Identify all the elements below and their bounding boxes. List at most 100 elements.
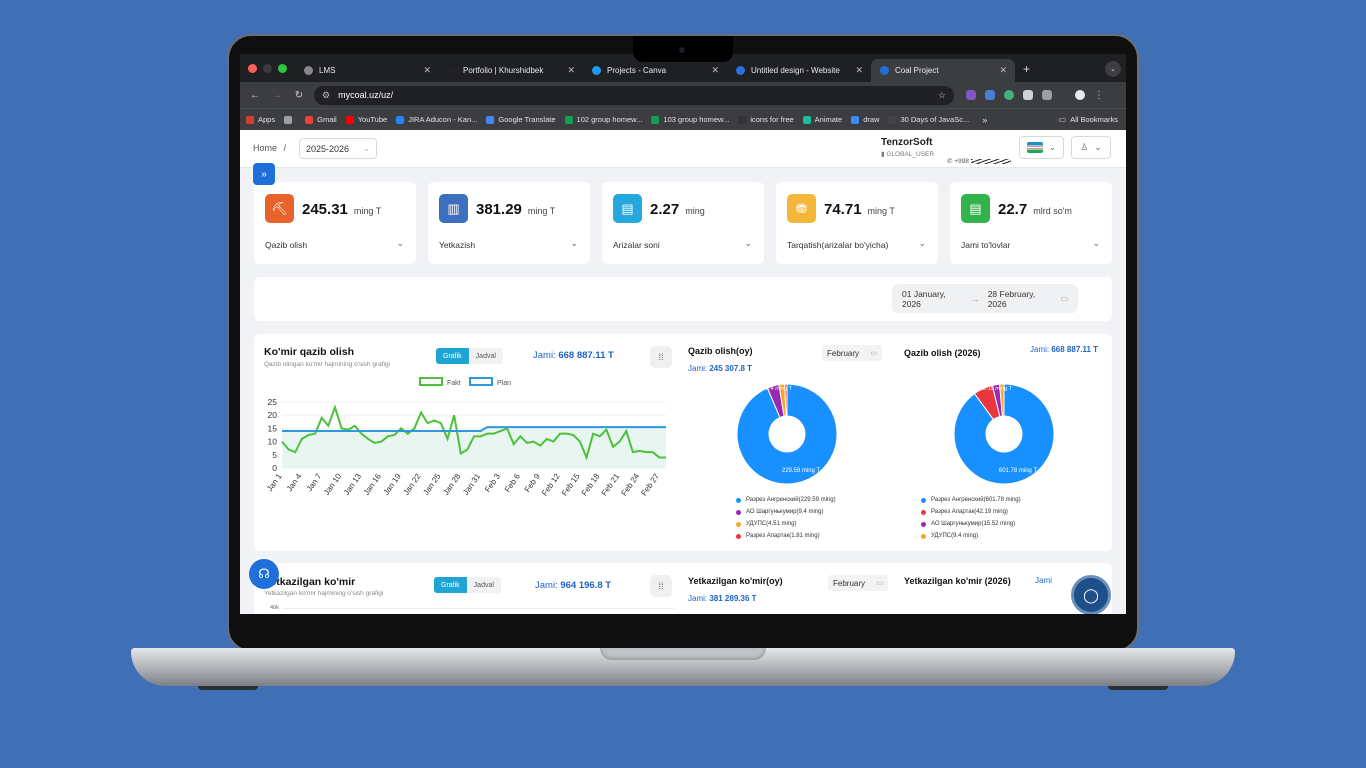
toggle-grafik[interactable]: Grafik <box>434 577 467 593</box>
tab-favicon-icon <box>304 66 313 75</box>
chevron-down-icon[interactable]: ⌄ <box>570 238 578 249</box>
y-tick-label: 5 <box>272 450 277 460</box>
legend-item[interactable]: УДУПС(9.4 ming) <box>921 530 1021 542</box>
chevron-down-icon[interactable]: ⌄ <box>1092 238 1100 249</box>
kpi-card[interactable]: ▤ 22.7 mlrd so'm Jami to'lovlar ⌄ <box>950 182 1112 264</box>
bookmark-item[interactable]: icons for free <box>738 115 794 124</box>
date-range-picker[interactable]: 01 January, 2026 → 28 February, 2026 ▭ <box>892 284 1078 313</box>
bookmark-favicon-icon <box>564 115 573 124</box>
site-settings-icon[interactable]: ⚙ <box>322 90 330 101</box>
browser-toolbar: ← → ↻ ⚙ mycoal.uz/uz/ ☆ ⋮ <box>240 82 1126 108</box>
minimize-window-button[interactable] <box>263 64 272 73</box>
more-bookmarks-button[interactable]: » <box>982 115 987 125</box>
bookmark-item[interactable]: Apps <box>246 115 275 124</box>
close-tab-icon[interactable]: ✕ <box>567 65 575 76</box>
x-tick-label: Jan 28 <box>441 472 462 497</box>
close-tab-icon[interactable]: ✕ <box>423 65 431 76</box>
all-bookmarks-button[interactable]: ▭ All Bookmarks <box>1059 115 1119 124</box>
bookmark-favicon-icon <box>305 115 314 124</box>
slice-data-label: 9.4 ming T <box>766 386 793 392</box>
close-tab-icon[interactable]: ✕ <box>855 65 863 76</box>
x-tick-label: Feb 15 <box>560 472 582 498</box>
close-tab-icon[interactable]: ✕ <box>999 65 1007 76</box>
bookmark-item[interactable]: draw <box>851 115 879 124</box>
back-arrow-icon[interactable]: ← <box>244 90 266 101</box>
legend-item[interactable]: Разрез Ангренский(601.78 ming) <box>921 494 1021 506</box>
extension-icon[interactable] <box>966 90 976 100</box>
legend-dot <box>736 533 741 539</box>
extension-icon[interactable] <box>1004 90 1014 100</box>
chevron-down-icon[interactable]: ⌄ <box>744 238 752 249</box>
browser-tab[interactable]: Projects - Canva ✕ <box>583 59 727 82</box>
bookmark-label: Animate <box>814 115 843 124</box>
legend-item[interactable]: АО Шаргунькумир(15.52 ming) <box>921 518 1021 530</box>
kpi-card[interactable]: ▤ 2.27 ming Arizalar soni ⌄ <box>602 182 764 264</box>
bookmark-item[interactable]: JIRA Aducon - Kan... <box>396 115 477 124</box>
x-tick-label: Feb 12 <box>540 472 562 498</box>
breadcrumb-home-link[interactable]: Home <box>253 143 277 153</box>
kpi-card[interactable]: ▥ 381.29 ming T Yetkazish ⌄ <box>428 182 590 264</box>
legend-item[interactable]: Разрез Апартак(42.19 ming) <box>921 506 1021 518</box>
camera-notch <box>633 36 733 62</box>
chat-button[interactable]: ◯ <box>1071 575 1111 614</box>
slice-data-label: 229.59 ming T <box>782 468 821 474</box>
grid-menu-icon[interactable]: ⁞⁞ <box>650 575 672 597</box>
card-subtitle: Yetkazilgan ko'mir hajmining o'sish graf… <box>264 590 384 597</box>
puzzle-extensions-icon[interactable] <box>1042 90 1052 100</box>
legend-item[interactable]: АО Шаргунькумир(9.4 ming) <box>736 506 836 518</box>
x-tick-label: Feb 27 <box>639 472 661 498</box>
yearly-pie-title: Yetkazilgan ko'mir (2026) <box>904 576 1011 586</box>
support-agent-button[interactable]: ☊ <box>249 559 279 589</box>
bookmark-item[interactable]: Google Translate <box>486 115 556 124</box>
browser-tab[interactable]: Untitled design - Website ✕ <box>727 59 871 82</box>
profile-avatar[interactable] <box>1075 90 1085 100</box>
chevron-down-icon[interactable]: ⌄ <box>918 238 926 249</box>
legend-label: Разрез Ангренский(601.78 ming) <box>931 497 1021 503</box>
menu-kebab-icon[interactable]: ⋮ <box>1094 90 1104 101</box>
extension-icon[interactable] <box>985 90 995 100</box>
bookmark-item[interactable]: 103 group homew... <box>651 115 729 124</box>
kpi-card[interactable]: ⛃ 74.71 ming T Tarqatish(arizalar bo'yicha)… <box>776 182 938 264</box>
browser-tab[interactable]: LMS ✕ <box>295 59 439 82</box>
toggle-jadval[interactable]: Jadval <box>468 348 503 364</box>
reload-icon[interactable]: ↻ <box>288 90 310 101</box>
bookmark-item[interactable] <box>284 115 296 124</box>
extension-icon[interactable] <box>1023 90 1033 100</box>
chevron-down-icon: ⌄ <box>1094 142 1102 152</box>
bookmark-item[interactable]: Animate <box>802 115 843 124</box>
new-tab-button[interactable]: + <box>1015 62 1030 82</box>
address-bar[interactable]: ⚙ mycoal.uz/uz/ ☆ <box>314 85 954 105</box>
bookmark-item[interactable]: 30 Days of JavaSc... <box>888 115 969 124</box>
kpi-card[interactable]: ⛏ 245.31 ming T Qazib olish ⌄ <box>254 182 416 264</box>
bookmark-label: Google Translate <box>498 115 556 124</box>
user-menu-button[interactable]: ♙ ⌄ <box>1071 136 1111 159</box>
legend-item[interactable]: Разрез Ангренский(229.59 ming) <box>736 494 836 506</box>
forward-arrow-icon[interactable]: → <box>266 90 288 101</box>
year-select[interactable]: 2025-2026 ⌄ <box>299 138 377 159</box>
legend-item[interactable]: Разрез Апартак(1.81 ming) <box>736 530 836 542</box>
month-select[interactable]: February ▭ <box>822 345 882 361</box>
bookmark-item[interactable]: Gmail <box>305 115 337 124</box>
bookmark-item[interactable]: 102 group homew... <box>564 115 642 124</box>
kpi-icon: ⛏ <box>265 194 294 223</box>
toggle-jadval[interactable]: Jadval <box>466 577 501 593</box>
extensions-area: ⋮ <box>966 90 1104 101</box>
kpi-label: Yetkazish <box>439 240 476 250</box>
toggle-grafik[interactable]: Grafik <box>436 348 469 364</box>
bookmark-star-icon[interactable]: ☆ <box>938 90 946 101</box>
close-tab-icon[interactable]: ✕ <box>711 65 719 76</box>
legend-dot <box>736 497 741 503</box>
chevron-down-icon[interactable]: ⌄ <box>396 238 404 249</box>
browser-tab[interactable]: Portfolio | Khurshidbek ✕ <box>439 59 583 82</box>
month-select[interactable]: February ▭ <box>828 575 888 591</box>
bookmark-item[interactable]: YouTube <box>345 115 387 124</box>
legend-label: АО Шаргунькумир(15.52 ming) <box>931 521 1016 527</box>
language-select[interactable]: ⌄ <box>1019 136 1064 159</box>
maximize-window-button[interactable] <box>278 64 287 73</box>
legend-item[interactable]: УДУПС(4.51 ming) <box>736 518 836 530</box>
browser-tab[interactable]: Coal Project ✕ <box>871 59 1015 82</box>
grid-menu-icon[interactable]: ⁞⁞ <box>650 346 672 368</box>
close-window-button[interactable] <box>248 64 257 73</box>
sidebar-expand-button[interactable]: » <box>253 163 275 185</box>
tab-search-chevron-icon[interactable]: ⌄ <box>1105 61 1121 77</box>
